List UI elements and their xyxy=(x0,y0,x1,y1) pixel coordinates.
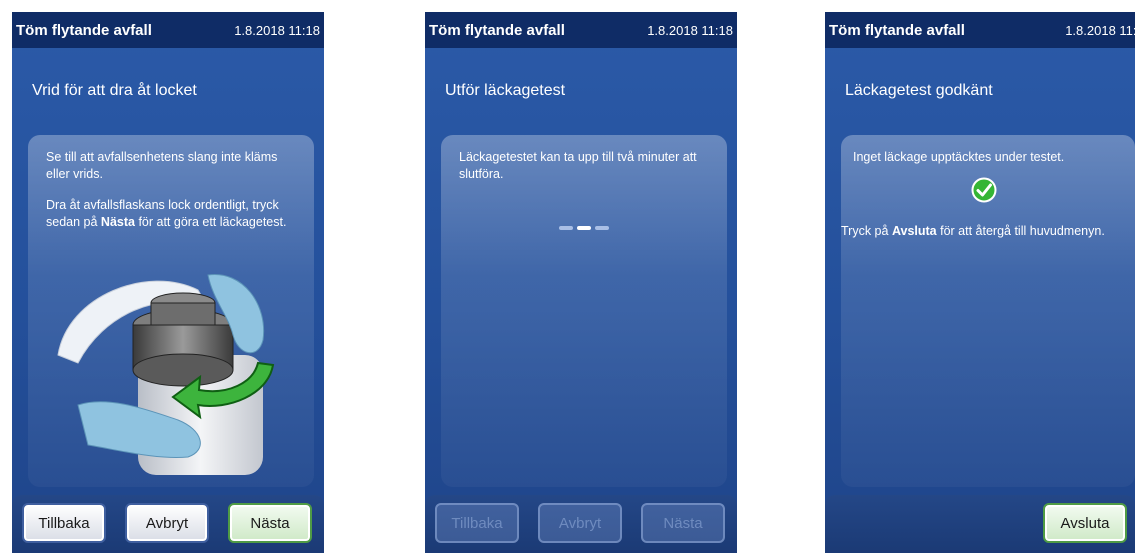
bottle-cap-illustration xyxy=(57,274,275,475)
button-bar: Tillbaka Avbryt Nästa xyxy=(425,495,737,553)
result-text: Inget läckage upptäcktes under testet. xyxy=(853,150,1065,164)
back-button-disabled: Tillbaka xyxy=(435,503,519,543)
instruction-text-2: Tryck på Avsluta för att återgå till huv… xyxy=(841,224,1105,238)
datetime: 1.8.2018 11:18 xyxy=(234,22,320,38)
datetime: 1.8.2018 11:18 xyxy=(647,22,733,38)
step-heading: Utför läckagetest xyxy=(445,82,566,99)
step-heading: Vrid för att dra åt locket xyxy=(32,82,197,99)
finish-button[interactable]: Avsluta xyxy=(1043,503,1127,543)
app-title: Töm flytande avfall xyxy=(429,21,565,39)
loading-indicator xyxy=(559,226,609,230)
instruction-panel: Inget läckage upptäcktes under testet. T… xyxy=(841,135,1135,487)
loading-dot xyxy=(559,226,573,230)
step-heading: Läckagetest godkänt xyxy=(845,82,993,99)
instruction-panel: Se till att avfallsenhetens slang inte k… xyxy=(28,135,314,487)
top-bar: Töm flytande avfall 1.8.2018 11:20 xyxy=(825,12,1135,48)
next-button-disabled: Nästa xyxy=(641,503,725,543)
top-bar: Töm flytande avfall 1.8.2018 11:18 xyxy=(12,12,324,48)
screen-leak-test-passed: Töm flytande avfall 1.8.2018 11:20 Läcka… xyxy=(825,12,1135,553)
app-title: Töm flytande avfall xyxy=(16,21,152,39)
cancel-button-disabled: Avbryt xyxy=(538,503,622,543)
instruction-panel: Läckagetestet kan ta upp till två minute… xyxy=(441,135,727,487)
loading-dot xyxy=(595,226,609,230)
back-button[interactable]: Tillbaka xyxy=(22,503,106,543)
instruction-text-1: Se till att avfallsenhetens slang inte k… xyxy=(46,150,278,181)
checkmark-icon xyxy=(971,177,997,203)
instruction-text-2: Dra åt avfallsflaskans lock ordentligt, … xyxy=(46,198,287,229)
button-bar: Avsluta xyxy=(825,495,1135,553)
datetime: 1.8.2018 11:20 xyxy=(1065,22,1135,38)
loading-dot-active xyxy=(577,226,591,230)
cancel-button[interactable]: Avbryt xyxy=(125,503,209,543)
screen-tighten-cap: Töm flytande avfall 1.8.2018 11:18 Vrid … xyxy=(12,12,324,553)
next-button[interactable]: Nästa xyxy=(228,503,312,543)
instruction-text-1: Läckagetestet kan ta upp till två minute… xyxy=(459,150,697,181)
button-bar: Tillbaka Avbryt Nästa xyxy=(12,495,324,553)
app-title: Töm flytande avfall xyxy=(829,21,965,39)
screen-leak-test: Töm flytande avfall 1.8.2018 11:18 Utför… xyxy=(425,12,737,553)
top-bar: Töm flytande avfall 1.8.2018 11:18 xyxy=(425,12,737,48)
